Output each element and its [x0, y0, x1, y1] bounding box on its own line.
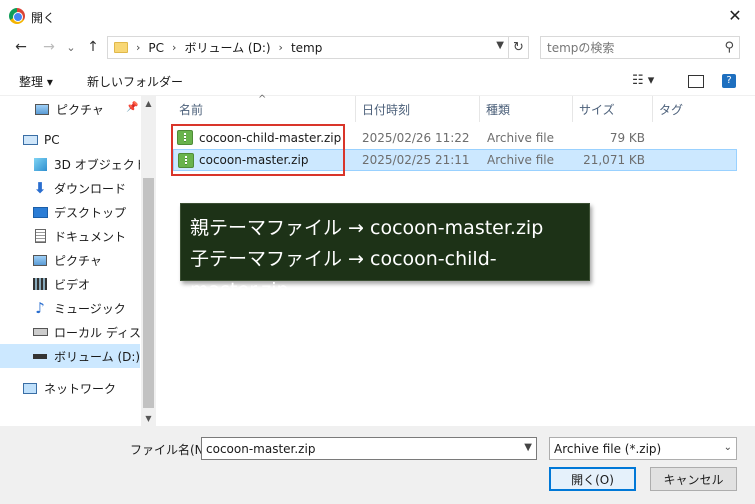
recent-locations-icon[interactable]: ⌄: [62, 38, 80, 56]
music-icon: ♪: [35, 299, 45, 317]
file-size: 79 KB: [609, 131, 645, 145]
new-folder-button[interactable]: 新しいフォルダー: [87, 73, 183, 90]
drive-icon: [32, 349, 48, 363]
file-size: 21,071 KB: [583, 153, 645, 167]
chevron-down-icon[interactable]: ▼: [524, 442, 532, 453]
column-header-name[interactable]: 名前: [173, 96, 356, 122]
organize-menu[interactable]: 整理 ▾: [19, 73, 53, 90]
column-header-size[interactable]: サイズ: [573, 96, 653, 122]
sidebar-item-network[interactable]: ネットワーク: [0, 376, 140, 400]
breadcrumb-separator: ›: [278, 41, 283, 54]
address-bar[interactable]: › PC › ボリューム (D:) › temp ▼: [107, 36, 509, 59]
dialog-footer: ファイル名(N): cocoon-master.zip ▼ Archive fi…: [0, 426, 755, 504]
search-icon[interactable]: ⚲: [724, 40, 734, 55]
breadcrumb-pc[interactable]: PC: [148, 41, 164, 55]
navigation-bar: ← → ⌄ ↑ › PC › ボリューム (D:) › temp ▼ ↻ tem…: [0, 32, 755, 62]
sidebar-item-videos[interactable]: ビデオ: [0, 272, 140, 296]
sidebar-item-pc[interactable]: PC: [0, 128, 140, 152]
file-type: Archive file: [487, 153, 554, 167]
navigation-pane: ピクチャ 📌 PC 3D オブジェクト ⬇ ダウンロード デスクトップ ドキュメ…: [0, 96, 156, 426]
sidebar-item-3d-objects[interactable]: 3D オブジェクト: [0, 152, 140, 176]
pictures-icon: [32, 253, 48, 267]
pin-icon: 📌: [126, 102, 139, 113]
sidebar-item-music[interactable]: ♪ ミュージック: [0, 296, 140, 320]
annotation-line-parent: 親テーマファイル → cocoon-master.zip: [190, 217, 544, 239]
close-button[interactable]: ✕: [715, 0, 755, 30]
annotation-line-child: 子テーマファイル → cocoon-child-master.zip: [190, 248, 497, 301]
download-icon: ⬇: [33, 179, 47, 197]
video-icon: [32, 277, 48, 291]
highlight-box: [171, 124, 345, 176]
open-button[interactable]: 開く(O): [549, 467, 636, 491]
folder-icon: [114, 42, 128, 53]
chevron-down-icon[interactable]: ▼: [496, 40, 504, 51]
pc-icon: [22, 133, 38, 147]
annotation-callout: 親テーマファイル → cocoon-master.zip 子テーマファイル → …: [180, 203, 590, 301]
3d-objects-icon: [32, 157, 48, 171]
breadcrumb-volume-d[interactable]: ボリューム (D:): [184, 39, 270, 56]
sidebar-item-desktop[interactable]: デスクトップ: [0, 200, 140, 224]
title-bar: 開く ✕: [0, 0, 755, 32]
chevron-down-icon[interactable]: ⌄: [724, 442, 732, 453]
forward-arrow-icon[interactable]: →: [40, 38, 58, 56]
column-header-date[interactable]: 日付時刻: [356, 96, 480, 122]
breadcrumb-separator: ›: [136, 41, 141, 54]
scroll-up-icon[interactable]: ▲: [141, 96, 156, 111]
help-icon[interactable]: ?: [722, 74, 736, 88]
cancel-button[interactable]: キャンセル: [650, 467, 737, 491]
view-options-icon[interactable]: ☷ ▾: [632, 73, 654, 88]
file-date: 2025/02/26 11:22: [362, 131, 470, 145]
back-arrow-icon[interactable]: ←: [12, 38, 30, 56]
window-title: 開く: [31, 11, 56, 25]
sidebar-item-documents[interactable]: ドキュメント: [0, 224, 140, 248]
sidebar-item-downloads[interactable]: ⬇ ダウンロード: [0, 176, 140, 200]
breadcrumb-temp[interactable]: temp: [291, 41, 322, 55]
column-header-type[interactable]: 種類: [480, 96, 573, 122]
filetype-select[interactable]: Archive file (*.zip) ⌄: [549, 437, 737, 460]
file-date: 2025/02/25 21:11: [362, 153, 470, 167]
breadcrumb-separator: ›: [172, 41, 177, 54]
pictures-icon: [34, 102, 50, 116]
search-placeholder: tempの検索: [547, 41, 615, 55]
preview-pane-icon[interactable]: [688, 75, 704, 88]
sidebar-item-volume-d[interactable]: ボリューム (D:): [0, 344, 140, 368]
sidebar-item-pictures-quick[interactable]: ピクチャ 📌: [0, 97, 140, 121]
chrome-app-icon: [9, 8, 25, 24]
scrollbar-thumb[interactable]: [143, 178, 154, 408]
sidebar-item-local-disk-c[interactable]: ローカル ディスク (C: [0, 320, 140, 344]
sidebar-scrollbar[interactable]: ▲ ▼: [141, 96, 156, 426]
search-input[interactable]: tempの検索 ⚲: [540, 36, 740, 59]
up-arrow-icon[interactable]: ↑: [84, 38, 102, 56]
local-disk-icon: [32, 325, 48, 339]
refresh-icon[interactable]: ↻: [509, 36, 529, 59]
documents-icon: [32, 229, 48, 243]
scroll-down-icon[interactable]: ▼: [141, 411, 156, 426]
file-type: Archive file: [487, 131, 554, 145]
filename-input[interactable]: cocoon-master.zip ▼: [201, 437, 537, 460]
sidebar-item-pictures[interactable]: ピクチャ: [0, 248, 140, 272]
command-toolbar: 整理 ▾ 新しいフォルダー ☷ ▾ ?: [0, 64, 755, 96]
column-header-tag[interactable]: タグ: [653, 96, 737, 122]
network-icon: [22, 381, 38, 395]
desktop-icon: [32, 205, 48, 219]
